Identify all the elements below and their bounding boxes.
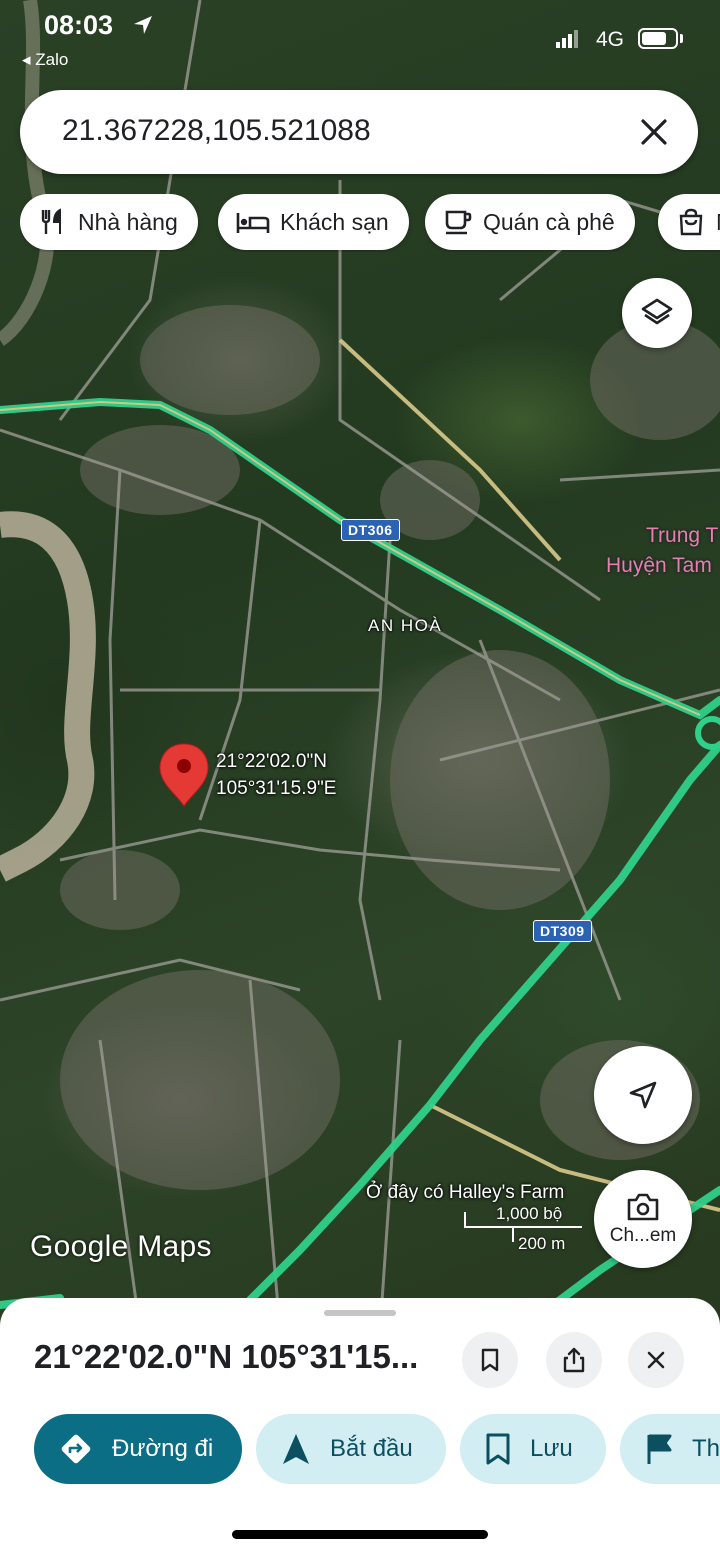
chip-label: Nhà hàng xyxy=(78,208,178,235)
action-label: Bắt đầu xyxy=(330,1435,413,1462)
directions-icon xyxy=(61,1434,91,1464)
category-chips: Nhà hàng Khách sạn Quán cà phê M xyxy=(20,194,720,252)
chip-shopping[interactable]: M xyxy=(658,194,720,250)
chip-coffee[interactable]: Quán cà phê xyxy=(425,194,635,250)
search-bar[interactable]: 21.367228,105.521088 xyxy=(20,90,698,174)
close-sheet-button[interactable] xyxy=(628,1332,684,1388)
layers-icon xyxy=(641,298,673,325)
navigation-arrow-icon xyxy=(629,1081,657,1109)
camera-button[interactable]: Ch...em xyxy=(594,1170,692,1268)
action-label: Đường đi xyxy=(112,1435,214,1462)
logo-google-text: Google xyxy=(30,1230,129,1263)
status-time: 08:03 xyxy=(44,10,114,40)
chip-label: Khách sạn xyxy=(280,208,389,235)
map-layers-button[interactable] xyxy=(622,278,692,348)
save-place-button[interactable] xyxy=(462,1332,518,1388)
pin-longitude: 105°31'15.9"E xyxy=(216,778,337,799)
bookmark-icon xyxy=(486,1433,510,1465)
road-badge-dt309: DT309 xyxy=(533,920,592,942)
drag-handle[interactable] xyxy=(324,1310,396,1316)
save-button[interactable]: Lưu xyxy=(460,1414,606,1484)
place-title: 21°22'02.0"N 105°31'15... xyxy=(34,1338,419,1375)
directions-button[interactable]: Đường đi xyxy=(34,1414,242,1484)
pin-coordinate-label: 21°22'02.0"N 105°31'15.9"E xyxy=(216,748,336,802)
coffee-icon xyxy=(445,210,472,235)
shopping-bag-icon xyxy=(679,208,703,236)
restaurant-icon xyxy=(41,208,61,234)
action-buttons-row: Đường đi Bắt đầu Lưu Th xyxy=(0,1414,720,1486)
road-badge-dt306: DT306 xyxy=(341,519,400,541)
bookmark-icon xyxy=(481,1348,499,1372)
chip-label: Quán cà phê xyxy=(483,208,615,235)
signal-strength-icon xyxy=(556,30,578,48)
poi-label-line2[interactable]: Huyện Tam xyxy=(606,552,712,579)
camera-icon xyxy=(627,1193,659,1221)
location-services-icon xyxy=(134,16,152,34)
navigation-arrow-icon xyxy=(283,1434,309,1464)
chip-restaurants[interactable]: Nhà hàng xyxy=(20,194,198,250)
label-button[interactable]: Th xyxy=(620,1414,720,1484)
close-icon[interactable] xyxy=(632,110,676,154)
back-to-app-link[interactable]: ◂ Zalo xyxy=(22,50,68,70)
start-button[interactable]: Bắt đầu xyxy=(256,1414,446,1484)
pin-latitude: 21°22'02.0"N xyxy=(216,751,327,772)
place-bottom-sheet[interactable]: 21°22'02.0"N 105°31'15... Đường đi Bắt đ… xyxy=(0,1298,720,1557)
chip-hotels[interactable]: Khách sạn xyxy=(218,194,409,250)
home-indicator[interactable] xyxy=(232,1530,488,1539)
action-label: Lưu xyxy=(530,1435,573,1462)
logo-maps-text: Maps xyxy=(137,1230,212,1263)
close-icon xyxy=(647,1351,665,1369)
area-label: AN HOÀ xyxy=(368,616,443,635)
poi-label-line1[interactable]: Trung T xyxy=(646,522,718,549)
share-button[interactable] xyxy=(546,1332,602,1388)
share-icon xyxy=(563,1347,585,1373)
battery-icon xyxy=(638,28,678,49)
hotel-icon xyxy=(236,213,270,233)
network-type: 4G xyxy=(596,28,625,51)
google-maps-logo: Google Maps xyxy=(30,1230,212,1264)
action-label: Th xyxy=(692,1435,720,1462)
flag-icon xyxy=(647,1434,672,1464)
battery-tip xyxy=(680,34,683,43)
map-scale: 1,000 bộ 200 m xyxy=(464,1204,582,1254)
my-location-button[interactable] xyxy=(594,1046,692,1144)
search-input[interactable]: 21.367228,105.521088 xyxy=(62,114,371,148)
chip-label: M xyxy=(716,209,720,236)
location-pin xyxy=(159,743,209,807)
halley-farm-label[interactable]: Ở đây có Halley's Farm xyxy=(366,1182,564,1204)
scale-imperial: 1,000 bộ xyxy=(496,1204,563,1223)
camera-button-label: Ch...em xyxy=(609,1225,677,1246)
scale-metric: 200 m xyxy=(518,1234,566,1253)
